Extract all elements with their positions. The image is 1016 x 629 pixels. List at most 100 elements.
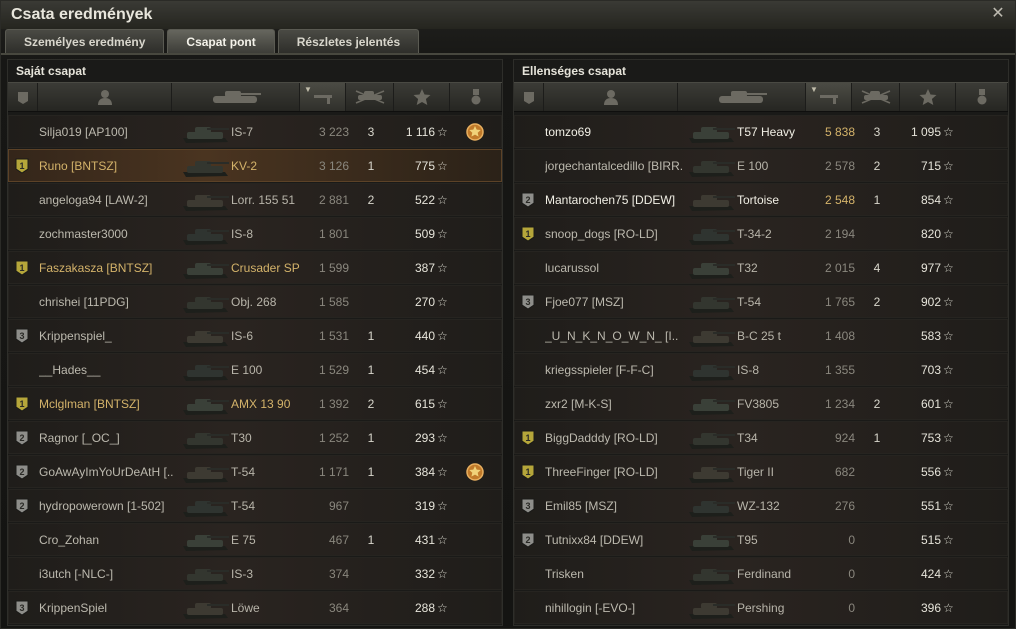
player-row[interactable]: Cro_Zohan E 75 467 1 431 ☆ [8,523,502,556]
player-row[interactable]: tomzo69 T57 Heavy 5 838 3 1 095 ☆ [514,115,1008,148]
player-row[interactable]: jorgechantalcedillo [BIRR. E 100 2 578 2 715… [514,149,1008,182]
tank-icon [183,161,229,177]
svg-text:2: 2 [19,467,24,477]
player-row[interactable]: zochmaster3000 IS-8 1 801 509 ☆ [8,217,502,250]
vehicle-column-header[interactable] [678,83,806,111]
tank-icon [183,399,229,415]
experience-value: 556 [920,465,941,479]
medal-icon[interactable] [465,461,485,483]
player-row[interactable]: 3 Emil85 [MSZ] WZ-132 276 551 ☆ [514,489,1008,522]
star-icon: ☆ [437,227,448,241]
kills-value: 1 [367,363,375,377]
player-row[interactable]: i3utch [-NLC-] IS-3 374 332 ☆ [8,557,502,590]
platoon-column-header[interactable] [8,83,38,111]
tank-icon [689,297,735,313]
class-badge-icon: 1 [521,226,535,242]
player-column-header[interactable] [38,83,172,111]
tank-icon [689,229,735,245]
tab-detailed-report[interactable]: Részletes jelentés [277,29,420,53]
experience-value: 396 [920,601,941,615]
player-row[interactable]: zxr2 [M-K-S] FV3805 1 234 2 601 ☆ [514,387,1008,420]
kills-column-header[interactable] [346,83,394,111]
player-name: Faszakasza [BNTSZ] [39,261,153,275]
player-row[interactable]: 3 KrippenSpiel Löwe 364 288 ☆ [8,591,502,624]
kills-value: 1 [367,159,375,173]
experience-value: 703 [920,363,941,377]
tank-name: IS-7 [231,125,254,139]
player-row[interactable]: nihillogin [-EVO-] Pershing 0 396 ☆ [514,591,1008,624]
player-row[interactable]: angeloga94 [LAW-2] Lorr. 155 51 2 881 2 522 ☆ [8,183,502,216]
damage-column-header[interactable]: ▼ [806,83,852,111]
player-row[interactable]: _U_N_K_N_O_W_N_ [I.. B-C 25 t 1 408 583 ☆ [514,319,1008,352]
star-icon: ☆ [943,397,954,411]
medals-column-header[interactable] [450,83,502,111]
player-row[interactable]: 1 ThreeFinger [RO-LD] Tiger II 682 556 ☆ [514,455,1008,488]
platoon-column-header[interactable] [514,83,544,111]
tank-icon [689,603,735,619]
player-row[interactable]: 2 hydropowerown [1-502] T-54 967 319 ☆ [8,489,502,522]
player-column-icon [603,90,618,105]
experience-value: 288 [414,601,435,615]
experience-value: 332 [414,567,435,581]
player-column-header[interactable] [544,83,678,111]
player-row[interactable]: lucarussol T32 2 015 4 977 ☆ [514,251,1008,284]
player-row[interactable]: 2 GoAwAyImYoUrDeAtH [.. T-54 1 171 1 384 ☆ [8,455,502,488]
kills-value: 2 [873,295,881,309]
player-row[interactable]: 1 BiggDadddy [RO-LD] T34 924 1 753 ☆ [514,421,1008,454]
experience-value: 551 [920,499,941,513]
vehicle-column-icon [212,91,261,103]
player-row[interactable]: 2 Tutnixx84 [DDEW] T95 0 515 ☆ [514,523,1008,556]
close-icon[interactable]: ✕ [989,5,1007,23]
enemy-team-panel: Ellenséges csapat ▼ tomzo69 T57 Heavy 5 838… [513,59,1009,626]
damage-value: 1 408 [824,329,855,343]
column-header-row: ▼ [514,82,1008,112]
player-row[interactable]: Silja019 [AP100] IS-7 3 223 3 1 116 ☆ [8,115,502,148]
svg-text:3: 3 [19,331,24,341]
class-badge-icon: 1 [15,158,29,174]
tank-name: Löwe [231,601,260,615]
star-icon: ☆ [437,397,448,411]
player-row[interactable]: 3 Fjoe077 [MSZ] T-54 1 765 2 902 ☆ [514,285,1008,318]
player-row[interactable]: 1 Faszakasza [BNTSZ] Crusader SP 1 599 387 ☆ [8,251,502,284]
tab-team-score[interactable]: Csapat pont [167,29,275,53]
experience-value: 820 [920,227,941,241]
player-row[interactable]: Trisken Ferdinand 0 424 ☆ [514,557,1008,590]
tank-icon [689,365,735,381]
experience-column-header[interactable] [394,83,450,111]
damage-value: 2 578 [824,159,855,173]
tab-bar: Személyes eredmény Csapat pont Részletes… [5,29,420,53]
tank-icon [689,161,735,177]
player-row[interactable]: __Hades__ E 100 1 529 1 454 ☆ [8,353,502,386]
vehicle-column-header[interactable] [172,83,300,111]
svg-text:2: 2 [19,501,24,511]
tank-icon [689,433,735,449]
tab-personal-results[interactable]: Személyes eredmény [5,29,165,53]
title-bar: Csata eredmények ✕ [1,1,1015,29]
star-icon: ☆ [943,499,954,513]
kills-value: 3 [873,125,881,139]
player-row[interactable]: 2 Mantarochen75 [DDEW] Tortoise 2 548 1 854 ☆ [514,183,1008,216]
damage-value: 364 [328,601,349,615]
player-row[interactable]: 2 Ragnor [_OC_] T30 1 252 1 293 ☆ [8,421,502,454]
player-name: __Hades__ [39,363,101,377]
damage-column-header[interactable]: ▼ [300,83,346,111]
tank-name: IS-6 [231,329,254,343]
medals-column-header[interactable] [956,83,1008,111]
damage-value: 1 529 [318,363,349,377]
star-icon: ☆ [437,533,448,547]
kills-value: 2 [367,193,375,207]
player-row[interactable]: kriegsspieler [F-F-C] IS-8 1 355 703 ☆ [514,353,1008,386]
player-row[interactable]: 1 Runo [BNTSZ] KV-2 3 126 1 775 ☆ [8,149,502,182]
player-name: chrishei [11PDG] [39,295,129,309]
player-name: Tutnixx84 [DDEW] [545,533,644,547]
kills-column-header[interactable] [852,83,900,111]
player-row[interactable]: 3 Krippenspiel_ IS-6 1 531 1 440 ☆ [8,319,502,352]
player-row[interactable]: 1 snoop_dogs [RO-LD] T-34-2 2 194 820 ☆ [514,217,1008,250]
medal-icon[interactable] [465,121,485,143]
experience-value: 424 [920,567,941,581]
tank-name: T-54 [231,465,256,479]
experience-column-header[interactable] [900,83,956,111]
player-row[interactable]: 1 Mclglman [BNTSZ] AMX 13 90 1 392 2 615 ☆ [8,387,502,420]
kills-value: 3 [367,125,375,139]
player-row[interactable]: chrishei [11PDG] Obj. 268 1 585 270 ☆ [8,285,502,318]
